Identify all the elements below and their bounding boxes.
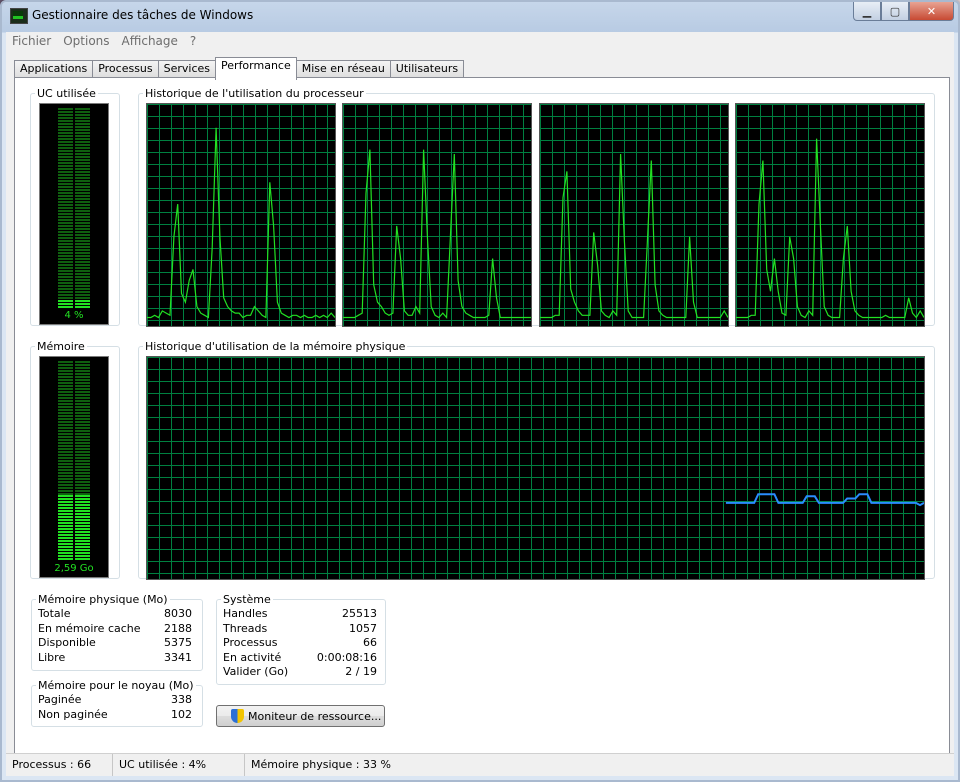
stat-value: 8030 [164, 607, 192, 620]
uac-shield-icon [231, 709, 244, 723]
cpu-history-line [343, 149, 531, 320]
stat-value: 3341 [164, 650, 192, 664]
cpu-core-graph-1 [146, 103, 336, 327]
cpu-core-graph-3 [539, 103, 729, 327]
cpu-usage-meter: 4 % [39, 103, 109, 325]
stat-row: Threads 1057 [223, 622, 377, 637]
stat-value: 66 [363, 636, 377, 649]
stat-value: 1057 [349, 621, 377, 635]
maximize-icon: ▢ [889, 4, 901, 18]
stat-label: Non paginée [38, 707, 108, 721]
kernel-memory-stats: Paginée 338 Non paginée 102 [38, 693, 192, 722]
cpu-usage-title: UC utilisée [37, 87, 96, 100]
stat-label: Disponible [38, 636, 96, 649]
stat-row: Paginée 338 [38, 693, 192, 708]
stat-label: En mémoire cache [38, 621, 141, 635]
system-group: Système Handles 25513 Threads 1057 Process… [216, 593, 386, 685]
stat-label: Totale [38, 607, 71, 620]
resource-monitor-label: Moniteur de ressource... [248, 709, 382, 723]
status-cpu: UC utilisée : 4% [113, 754, 245, 776]
status-bar: Processus : 66 UC utilisée : 4% Mémoire … [6, 753, 954, 776]
cpu-usage-fill [58, 300, 90, 308]
menu-bar: Fichier Options Affichage ? [6, 32, 954, 52]
physical-memory-stats: Totale 8030 En mémoire cache 2188 Disponib… [38, 607, 192, 665]
close-icon: ✕ [926, 4, 937, 18]
status-processes: Processus : 66 [6, 754, 113, 776]
maximize-button[interactable]: ▢ [881, 2, 909, 21]
cpu-core-graph-4 [735, 103, 925, 327]
stat-row: Non paginée 102 [38, 708, 192, 723]
cpu-usage-group: UC utilisée 4 % [30, 87, 120, 326]
minimize-icon: ▁ [862, 4, 872, 18]
memory-usage-fill [58, 495, 90, 561]
tab-performance[interactable]: Performance [215, 57, 297, 80]
stat-row: Valider (Go) 2 / 19 [223, 665, 377, 680]
cpu-core-graph-2 [342, 103, 532, 327]
stat-row: Disponible 5375 [38, 636, 192, 651]
memory-history-title: Historique d'utilisation de la mémoire p… [145, 340, 406, 353]
stat-label: Paginée [38, 693, 82, 706]
system-title: Système [223, 593, 271, 606]
memory-history-group: Historique d'utilisation de la mémoire p… [138, 340, 935, 580]
stat-label: Handles [223, 607, 268, 620]
title-bar[interactable]: Gestionnaire des tâches de Windows ▁ ▢ ✕ [2, 2, 958, 30]
stat-label: Processus [223, 636, 278, 649]
task-manager-icon [10, 8, 28, 24]
memory-usage-title: Mémoire [37, 340, 85, 353]
memory-usage-meter: 2,59 Go [39, 356, 109, 578]
memory-history-graph [146, 356, 925, 580]
cpu-history-line [147, 127, 335, 319]
memory-usage-value: 2,59 Go [54, 563, 94, 574]
stat-value: 25513 [342, 607, 377, 620]
menu-options[interactable]: Options [57, 32, 115, 52]
stat-value: 102 [171, 707, 192, 721]
stat-row: Handles 25513 [223, 607, 377, 622]
memory-history-line [725, 493, 924, 507]
stat-value: 2188 [164, 621, 192, 635]
stat-row: En activité 0:00:08:16 [223, 651, 377, 666]
task-manager-window: Gestionnaire des tâches de Windows ▁ ▢ ✕… [0, 0, 960, 782]
stat-value: 5375 [164, 636, 192, 649]
menu-affichage[interactable]: Affichage [116, 32, 184, 52]
stat-row: Libre 3341 [38, 651, 192, 666]
stat-value: 0:00:08:16 [316, 650, 377, 664]
kernel-memory-group: Mémoire pour le noyau (Mo) Paginée 338 No… [31, 679, 203, 727]
stat-label: Threads [223, 621, 268, 635]
cpu-history-line [540, 153, 728, 319]
stat-value: 338 [171, 693, 192, 706]
cpu-history-title: Historique de l'utilisation du processeu… [145, 87, 364, 100]
window-title: Gestionnaire des tâches de Windows [32, 8, 254, 22]
cpu-history-line [736, 138, 924, 319]
menu-fichier[interactable]: Fichier [6, 32, 57, 52]
stat-row: Totale 8030 [38, 607, 192, 622]
memory-usage-group: Mémoire 2,59 Go [30, 340, 120, 579]
stat-label: Valider (Go) [223, 665, 289, 678]
cpu-usage-value: 4 % [64, 310, 84, 321]
minimize-button[interactable]: ▁ [853, 2, 881, 21]
stat-row: Processus 66 [223, 636, 377, 651]
cpu-history-group: Historique de l'utilisation du processeu… [138, 87, 935, 327]
stat-label: Libre [38, 650, 66, 664]
performance-panel: UC utilisée 4 % Historique de l'utilisat… [14, 77, 950, 754]
stat-row: En mémoire cache 2188 [38, 622, 192, 637]
stat-value: 2 / 19 [345, 665, 377, 678]
kernel-memory-title: Mémoire pour le noyau (Mo) [38, 679, 194, 692]
physical-memory-title: Mémoire physique (Mo) [38, 593, 168, 606]
stat-label: En activité [223, 650, 282, 664]
close-button[interactable]: ✕ [909, 2, 954, 21]
physical-memory-group: Mémoire physique (Mo) Totale 8030 En mémo… [31, 593, 203, 671]
resource-monitor-button[interactable]: Moniteur de ressource... [216, 705, 385, 727]
menu-help[interactable]: ? [184, 32, 202, 52]
client-area: Applications Processus Services Performa… [6, 52, 954, 754]
status-memory: Mémoire physique : 33 % [251, 758, 391, 771]
system-stats: Handles 25513 Threads 1057 Processus 66 En … [223, 607, 377, 680]
